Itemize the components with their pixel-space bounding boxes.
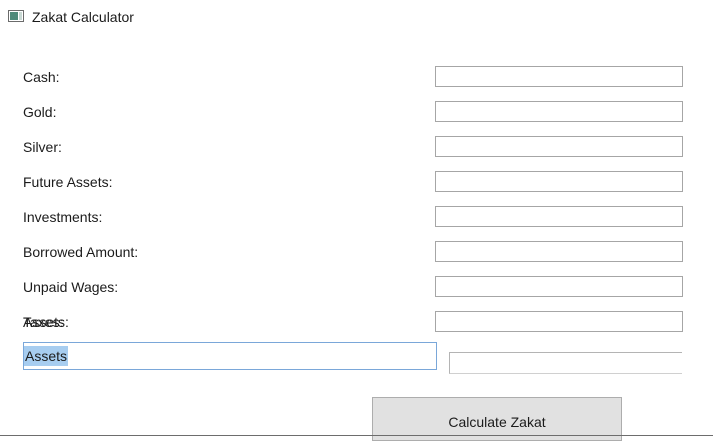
gold-input[interactable] <box>435 101 683 122</box>
title-bar: Zakat Calculator <box>0 0 713 34</box>
cash-label: Cash: <box>23 69 60 85</box>
investments-input[interactable] <box>435 206 683 227</box>
cash-input[interactable] <box>435 66 683 87</box>
gold-label: Gold: <box>23 104 57 120</box>
assets-label: Assets: <box>23 314 69 330</box>
borrowed-amount-input[interactable] <box>435 241 683 262</box>
unpaid-wages-input[interactable] <box>435 276 683 297</box>
silver-input[interactable] <box>435 136 683 157</box>
borrowed-amount-label: Borrowed Amount: <box>23 244 139 260</box>
future-assets-label: Future Assets: <box>23 174 113 190</box>
window-title: Zakat Calculator <box>32 9 134 25</box>
investments-label: Investments: <box>23 209 103 225</box>
zakat-result-field[interactable] <box>449 352 682 374</box>
silver-label: Silver: <box>23 139 62 155</box>
app-window-icon <box>8 10 24 22</box>
assets-input-selected-text: Assets <box>24 346 69 366</box>
future-assets-input[interactable] <box>435 171 683 192</box>
bottom-divider <box>0 435 713 436</box>
unpaid-wages-label: Unpaid Wages: <box>23 279 119 295</box>
taxes-input[interactable] <box>435 311 683 332</box>
assets-input[interactable]: Assets <box>23 342 437 370</box>
